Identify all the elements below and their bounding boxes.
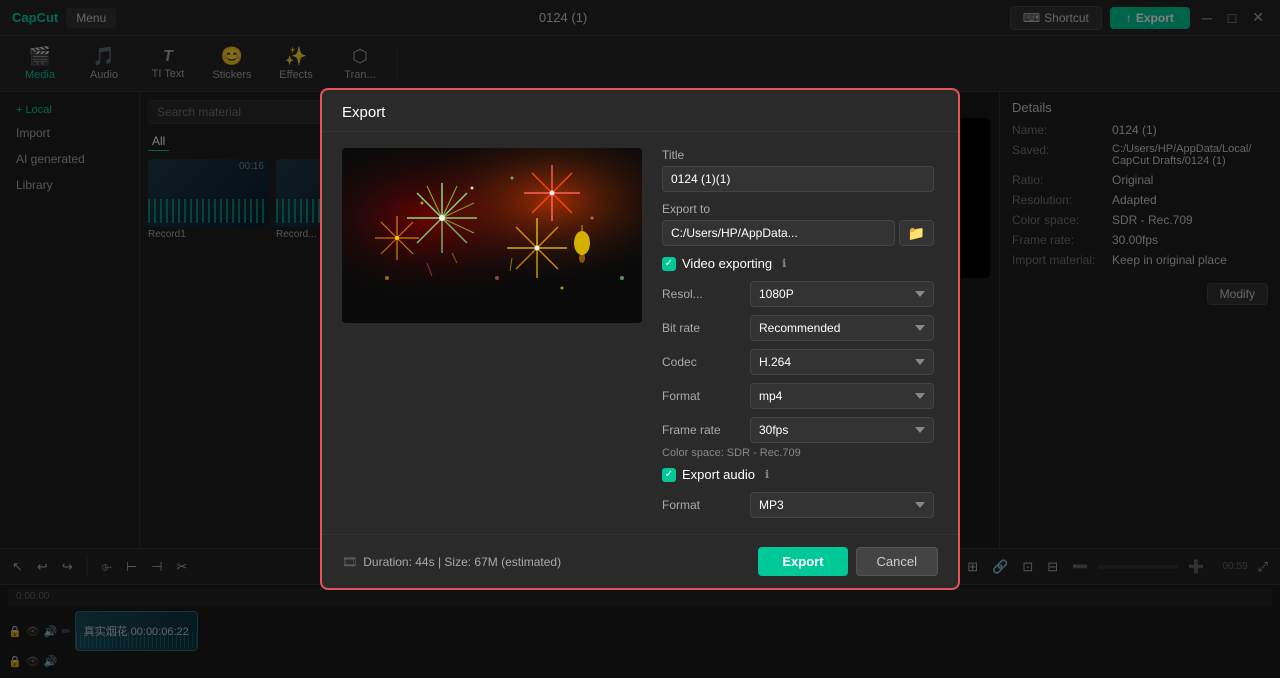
audio-format-select[interactable]: MP3 AAC WAV: [750, 492, 934, 518]
export-to-label: Export to: [662, 202, 934, 216]
audio-format-row: Format MP3 AAC WAV: [662, 492, 934, 518]
video-section-header: Video exporting ℹ: [662, 256, 934, 271]
audio-section-title: Export audio: [682, 467, 755, 482]
title-field-label: Title: [662, 148, 934, 162]
format-label: Format: [662, 389, 742, 403]
export-to-container: 📁: [662, 220, 934, 246]
resolution-label: Resol...: [662, 287, 742, 301]
video-section-title: Video exporting: [682, 256, 772, 271]
fireworks-preview: [342, 148, 642, 323]
codec-label: Codec: [662, 355, 742, 369]
codec-row: Codec H.264 H.265 ProRes: [662, 349, 934, 375]
framerate-label: Frame rate: [662, 423, 742, 437]
folder-browse-button[interactable]: 📁: [899, 220, 934, 246]
audio-format-label: Format: [662, 498, 742, 512]
export-path-input[interactable]: [662, 220, 895, 246]
cancel-button[interactable]: Cancel: [856, 547, 938, 576]
modal-footer: 🎞 Duration: 44s | Size: 67M (estimated) …: [322, 534, 958, 588]
framerate-select[interactable]: 30fps 24fps 25fps 60fps: [750, 417, 934, 443]
export-to-field-row: Export to 📁: [662, 202, 934, 246]
title-input[interactable]: [662, 166, 934, 192]
resolution-row: Resol... 1080P 720P 2K 4K: [662, 281, 934, 307]
footer-actions: Export Cancel: [758, 547, 938, 576]
export-button[interactable]: Export: [758, 547, 847, 576]
modal-title: Export: [342, 104, 385, 121]
audio-info-icon: ℹ: [765, 468, 769, 481]
modal-header: Export: [322, 90, 958, 132]
bitrate-label: Bit rate: [662, 321, 742, 335]
format-select[interactable]: mp4 mov avi: [750, 383, 934, 409]
color-space-note: Color space: SDR - Rec.709: [662, 447, 934, 459]
modal-preview: [342, 148, 642, 518]
video-settings-grid: Resol... 1080P 720P 2K 4K Bit rate Recom…: [662, 281, 934, 443]
audio-section-header: Export audio ℹ: [662, 467, 934, 482]
resolution-select[interactable]: 1080P 720P 2K 4K: [750, 281, 934, 307]
title-field-row: Title: [662, 148, 934, 192]
footer-info: 🎞 Duration: 44s | Size: 67M (estimated): [342, 555, 561, 569]
modal-settings: Title Export to 📁 Video exporting ℹ: [662, 148, 938, 518]
modal-body: Title Export to 📁 Video exporting ℹ: [322, 132, 958, 534]
codec-select[interactable]: H.264 H.265 ProRes: [750, 349, 934, 375]
modal-overlay: Export: [0, 0, 1280, 678]
video-info-icon: ℹ: [782, 257, 786, 270]
audio-export-checkbox[interactable]: [662, 468, 676, 482]
video-export-checkbox[interactable]: [662, 257, 676, 271]
bitrate-select[interactable]: Recommended Low Medium High: [750, 315, 934, 341]
export-modal: Export: [320, 88, 960, 590]
framerate-row: Frame rate 30fps 24fps 25fps 60fps: [662, 417, 934, 443]
duration-size-info: Duration: 44s | Size: 67M (estimated): [363, 555, 561, 569]
film-icon: 🎞: [342, 555, 357, 569]
format-row: Format mp4 mov avi: [662, 383, 934, 409]
preview-image: [342, 148, 642, 323]
bitrate-row: Bit rate Recommended Low Medium High: [662, 315, 934, 341]
audio-settings-grid: Format MP3 AAC WAV: [662, 492, 934, 518]
